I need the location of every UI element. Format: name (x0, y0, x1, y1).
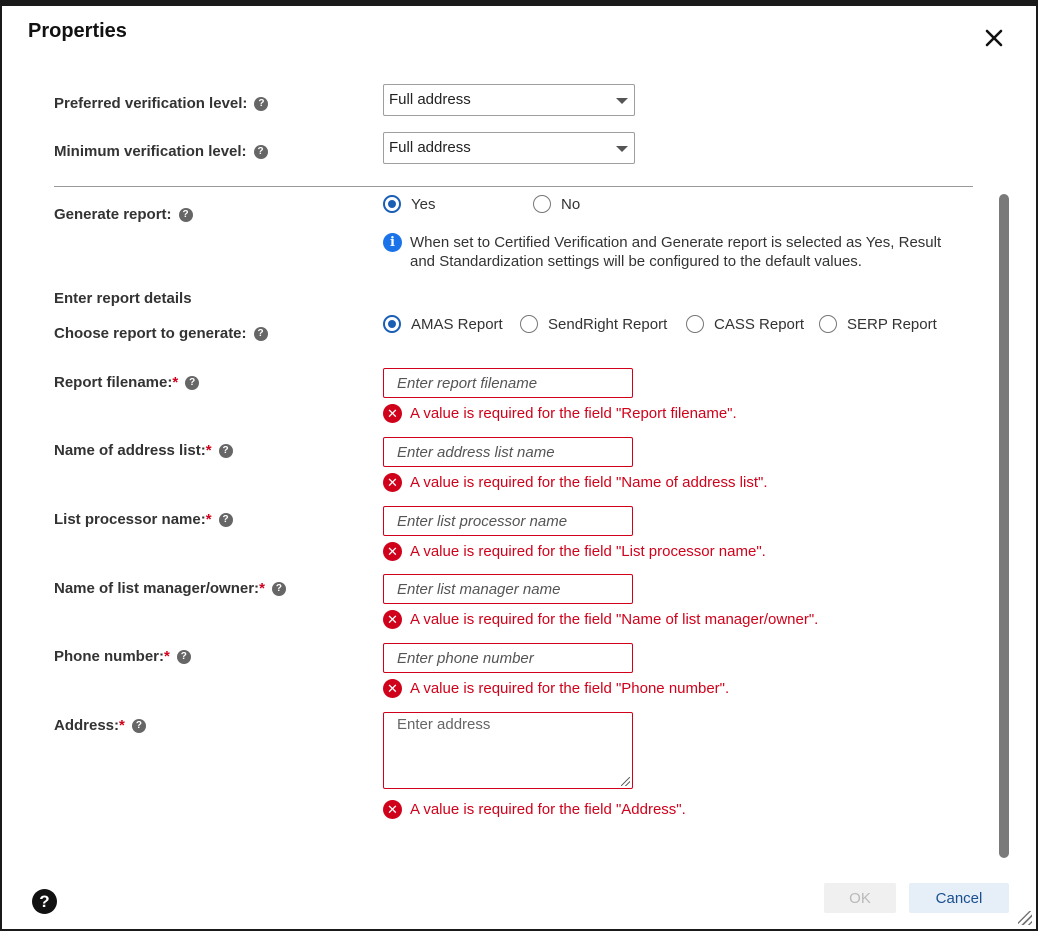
list-processor-name-label: List processor name: * ? (54, 511, 233, 528)
dialog-title: Properties (28, 20, 127, 42)
radio-unchecked-icon[interactable] (533, 195, 551, 213)
address-list-name-label: Name of address list: * ? (54, 442, 233, 459)
list-manager-name-label: Name of list manager/owner: * ? (54, 580, 286, 597)
report-option-amas[interactable]: AMAS Report (383, 315, 503, 333)
resize-grip-icon[interactable] (621, 777, 630, 786)
help-icon[interactable]: ? (185, 375, 200, 390)
list-processor-name-error: ✕ A value is required for the field "Lis… (383, 542, 766, 561)
cancel-button[interactable]: Cancel (909, 883, 1009, 913)
section-title: Enter report details (54, 290, 192, 307)
help-icon[interactable]: ? (253, 144, 268, 159)
report-filename-error: ✕ A value is required for the field "Rep… (383, 404, 737, 423)
error-icon: ✕ (383, 800, 402, 819)
preferred-verification-label: Preferred verification level: ? (54, 95, 269, 112)
chevron-down-icon (616, 98, 628, 104)
preferred-verification-select[interactable]: Full address (383, 84, 635, 116)
properties-dialog: Properties Preferred verification level:… (0, 0, 1038, 931)
report-option-sendright[interactable]: SendRight Report (520, 315, 667, 333)
report-option-cass[interactable]: CASS Report (686, 315, 804, 333)
error-icon: ✕ (383, 542, 402, 561)
radio-unchecked-icon[interactable] (819, 315, 837, 333)
help-icon[interactable]: ? (178, 207, 193, 222)
address-list-name-input[interactable]: Enter address list name (383, 437, 633, 467)
address-textarea[interactable]: Enter address (383, 712, 633, 789)
generate-report-info-text: When set to Certified Verification and G… (410, 234, 942, 270)
report-filename-label: Report filename: * ? (54, 374, 200, 391)
generate-report-yes-radio[interactable]: Yes (383, 195, 435, 213)
resize-handle-icon[interactable] (1018, 911, 1032, 925)
address-label: Address: * ? (54, 717, 146, 734)
divider (54, 186, 973, 187)
radio-checked-icon[interactable] (383, 195, 401, 213)
scrollbar[interactable] (999, 194, 1009, 858)
help-icon[interactable]: ? (176, 649, 191, 664)
generate-report-no-radio[interactable]: No (533, 195, 580, 213)
phone-number-error: ✕ A value is required for the field "Pho… (383, 679, 729, 698)
info-icon: i (383, 233, 402, 252)
radio-checked-icon[interactable] (383, 315, 401, 333)
choose-report-label: Choose report to generate: ? (54, 325, 268, 342)
ok-button[interactable]: OK (824, 883, 896, 913)
address-list-name-error: ✕ A value is required for the field "Nam… (383, 473, 768, 492)
list-processor-name-input[interactable]: Enter list processor name (383, 506, 633, 536)
help-icon[interactable]: ? (32, 889, 57, 914)
help-icon[interactable]: ? (253, 326, 268, 341)
error-icon: ✕ (383, 404, 402, 423)
chevron-down-icon (616, 146, 628, 152)
help-icon[interactable]: ? (131, 718, 146, 733)
report-filename-input[interactable]: Enter report filename (383, 368, 633, 398)
error-icon: ✕ (383, 610, 402, 629)
list-manager-name-input[interactable]: Enter list manager name (383, 574, 633, 604)
phone-number-input[interactable]: Enter phone number (383, 643, 633, 673)
help-icon[interactable]: ? (218, 512, 233, 527)
minimum-verification-select[interactable]: Full address (383, 132, 635, 164)
address-error: ✕ A value is required for the field "Add… (383, 800, 686, 819)
error-icon: ✕ (383, 473, 402, 492)
phone-number-label: Phone number: * ? (54, 648, 191, 665)
help-icon[interactable]: ? (254, 96, 269, 111)
radio-unchecked-icon[interactable] (520, 315, 538, 333)
help-icon[interactable]: ? (271, 581, 286, 596)
radio-unchecked-icon[interactable] (686, 315, 704, 333)
help-icon[interactable]: ? (218, 443, 233, 458)
minimum-verification-label: Minimum verification level: ? (54, 143, 268, 160)
close-icon[interactable] (980, 24, 1008, 52)
list-manager-name-error: ✕ A value is required for the field "Nam… (383, 610, 818, 629)
generate-report-label: Generate report: ? (54, 206, 193, 223)
error-icon: ✕ (383, 679, 402, 698)
report-option-serp[interactable]: SERP Report (819, 315, 937, 333)
